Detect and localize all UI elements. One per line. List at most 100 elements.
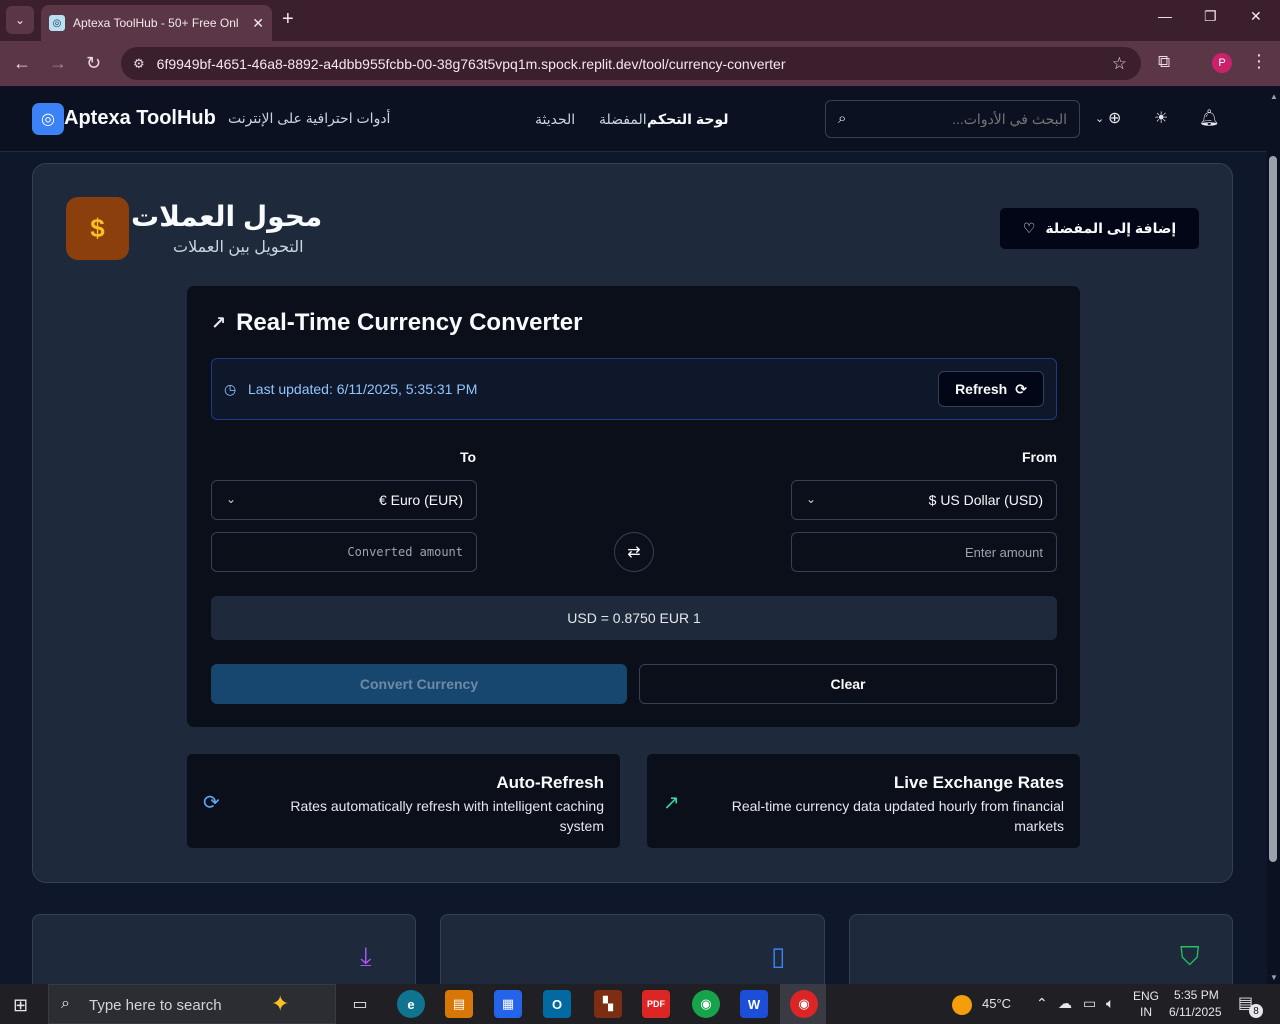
notification-bell-icon[interactable]: 🔔︎ (1199, 108, 1219, 128)
trending-up-icon: ↗ (211, 312, 227, 333)
site-favicon-icon: ◎ (49, 15, 65, 31)
region-code[interactable]: IN (1140, 1005, 1152, 1019)
tool-search-box[interactable]: ⌕ (825, 100, 1080, 138)
amount-placeholder: Enter amount (964, 545, 1043, 560)
forward-icon[interactable]: → (49, 53, 67, 74)
amount-input[interactable]: Enter amount (791, 532, 1057, 572)
brand-name[interactable]: Aptexa ToolHub (64, 107, 216, 130)
related-tool-card[interactable]: ⛉ (849, 914, 1233, 994)
related-tool-card[interactable]: ⤓ (32, 914, 416, 994)
chrome-profile-icon[interactable]: ◉ (790, 990, 818, 1018)
pdf-app-icon[interactable]: PDF (642, 990, 670, 1018)
refresh-button[interactable]: Refresh ⟳ (938, 371, 1044, 407)
microsoft-store-icon[interactable]: ▦ (494, 990, 522, 1018)
new-tab-icon[interactable]: + (282, 8, 294, 31)
nav-recent[interactable]: الحديثة (535, 111, 575, 128)
chrome-icon[interactable]: ◉ (692, 990, 720, 1018)
site-info-icon[interactable]: ⚙ (133, 56, 145, 72)
tool-panel: $ محول العملات التحويل بين العملات ♡ إضا… (32, 163, 1233, 883)
feature-description: Real-time currency data updated hourly f… (732, 796, 1064, 836)
to-currency-select[interactable]: ⌄ € Euro (EUR) (211, 480, 477, 520)
edge-browser-icon[interactable]: e (397, 990, 425, 1018)
clear-button[interactable]: Clear (639, 664, 1057, 704)
refresh-label: Refresh (955, 381, 1008, 397)
taskbar-search-box[interactable]: ⌕ Type here to search ✦ (48, 984, 336, 1024)
reload-icon[interactable]: ↻ (86, 53, 101, 74)
chevron-down-icon: ⌄ (226, 492, 237, 506)
scroll-thumb[interactable] (1269, 156, 1277, 862)
network-icon[interactable]: ▭ (1083, 995, 1096, 1012)
profile-avatar[interactable]: P (1212, 53, 1232, 73)
windows-start-icon[interactable]: ⊞ (13, 995, 28, 1016)
search-icon: ⌕ (838, 110, 847, 127)
scroll-up-icon[interactable]: ▲ (1270, 92, 1278, 101)
feature-card-auto-refresh: ⟳ Auto-Refresh Rates automatically refre… (186, 753, 621, 849)
volume-icon[interactable]: 🔈︎ (1106, 995, 1114, 1012)
dollar-icon: $ (66, 197, 129, 260)
clock-icon: ◷ (224, 381, 237, 397)
chevron-down-icon[interactable]: ⌄ (1095, 112, 1104, 125)
nav-dashboard[interactable]: لوحة التحكم (647, 111, 728, 128)
nav-favorites[interactable]: المفضلة (599, 111, 647, 128)
browser-tab[interactable]: ◎ Aptexa ToolHub - 50+ Free Onl ✕ (41, 5, 272, 41)
swap-currencies-icon[interactable]: ⇄ (614, 532, 654, 572)
related-tool-card[interactable]: ▯ (440, 914, 825, 994)
feature-description-line: system (559, 818, 604, 834)
feature-title: Live Exchange Rates (893, 773, 1064, 792)
clock-date[interactable]: 6/11/2025 (1169, 1005, 1222, 1019)
extensions-icon[interactable]: ⧉ (1158, 52, 1170, 72)
temperature[interactable]: 45°C (982, 996, 1011, 1011)
search-icon: ⌕ (61, 995, 70, 1012)
tray-chevron-up-icon[interactable]: ⌃ (1036, 995, 1048, 1012)
page-scrollbar[interactable]: ▲ ▼ (1267, 86, 1280, 984)
close-window-icon[interactable]: ✕ (1250, 8, 1262, 25)
cloud-icon[interactable]: ☁ (1058, 995, 1072, 1012)
from-currency-value: $ US Dollar (USD) (928, 492, 1043, 508)
tool-subtitle: التحويل بين العملات (173, 239, 304, 256)
shield-icon: ⛉ (1180, 941, 1200, 971)
trending-up-icon: ↗ (663, 792, 680, 814)
converter-title: Real-Time Currency Converter (236, 309, 583, 336)
minimize-icon[interactable]: — (1158, 8, 1172, 24)
chevron-down-icon: ⌄ (806, 492, 817, 506)
from-currency-select[interactable]: ⌄ $ US Dollar (USD) (791, 480, 1057, 520)
close-tab-icon[interactable]: ✕ (252, 15, 264, 32)
app-icon[interactable]: ▚ (594, 990, 622, 1018)
url-text: 6f9949bf-4651-46a8-8892-a4dbb955fcbb-00-… (156, 55, 786, 72)
url-field[interactable]: ⚙ 6f9949bf-4651-46a8-8892-a4dbb955fcbb-0… (121, 47, 1141, 80)
to-label: To (460, 449, 477, 465)
scroll-down-icon[interactable]: ▼ (1270, 973, 1278, 982)
theme-sun-icon[interactable]: ☀ (1154, 108, 1168, 128)
feature-description-line: markets (1014, 818, 1064, 834)
converted-amount-placeholder: Converted amount (347, 545, 463, 559)
notification-count-badge: 8 (1249, 1004, 1263, 1018)
add-to-favorites-button[interactable]: ♡ إضافة إلى المفضلة (999, 207, 1200, 250)
bookmark-star-icon[interactable]: ☆ (1112, 54, 1127, 74)
to-currency-value: € Euro (EUR) (378, 492, 463, 508)
windows-taskbar: ⊞ ⌕ Type here to search ✦ ▭ e ▤ ▦ O ▚ PD… (0, 984, 1280, 1024)
last-updated-text: Last updated: 6/11/2025, 5:35:31 PM (248, 381, 478, 397)
clock-time[interactable]: 5:35 PM (1174, 988, 1219, 1002)
file-explorer-icon[interactable]: ▤ (445, 990, 473, 1018)
tab-search-chevron-icon[interactable]: ⌄ (6, 6, 34, 34)
exchange-rate-display: USD = 0.8750 EUR 1 (211, 596, 1057, 640)
weather-sun-icon[interactable] (952, 995, 972, 1015)
outlook-icon[interactable]: O (543, 990, 571, 1018)
language-globe-icon[interactable]: ⊕ (1108, 108, 1121, 128)
tool-search-input[interactable] (867, 111, 1067, 127)
refresh-icon: ⟳ (1015, 380, 1027, 397)
tab-title: Aptexa ToolHub - 50+ Free Onl (73, 16, 239, 30)
logo-icon[interactable]: ◎ (32, 103, 64, 135)
browser-menu-icon[interactable]: ⋮ (1250, 51, 1268, 72)
feature-description-line: Rates automatically refresh with intelli… (290, 798, 604, 814)
mobile-phone-icon: ▯ (771, 941, 786, 971)
back-icon[interactable]: ← (13, 53, 31, 74)
from-label: From (1022, 449, 1057, 465)
task-view-icon[interactable]: ▭ (346, 990, 374, 1018)
word-icon[interactable]: W (740, 990, 768, 1018)
restore-icon[interactable]: ❐ (1204, 8, 1217, 25)
app-header: ◎ Aptexa ToolHub أدوات احترافية على الإن… (0, 86, 1267, 152)
converted-amount-field[interactable]: Converted amount (211, 532, 477, 572)
convert-currency-button[interactable]: Convert Currency (211, 664, 627, 704)
language-code[interactable]: ENG (1133, 989, 1159, 1003)
